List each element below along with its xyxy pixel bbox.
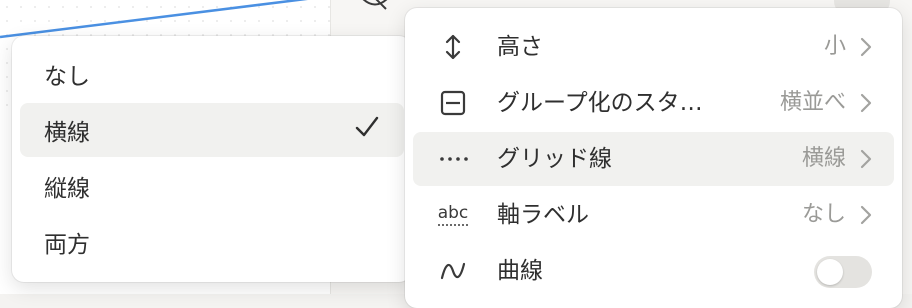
menu-row-gridlines[interactable]: グリッド線 横線: [413, 132, 894, 186]
menu-row-label: 高さ: [497, 34, 543, 60]
menu-row-value: なし: [801, 202, 846, 227]
smooth-curve-toggle[interactable]: [814, 256, 872, 288]
chevron-right-icon: [860, 37, 872, 61]
option-vertical[interactable]: 縦線: [20, 159, 404, 213]
curve-icon: [435, 256, 471, 286]
option-label: 縦線: [44, 176, 90, 202]
eye-off-icon: [360, 0, 390, 17]
chart-series-line: [0, 0, 308, 39]
checkmark-icon: [354, 114, 380, 146]
menu-row-label: 軸ラベル: [497, 202, 589, 228]
menu-row-axis-labels[interactable]: abc 軸ラベル なし: [413, 188, 894, 242]
abc-icon-text: abc: [437, 204, 469, 226]
menu-row-label: 曲線: [497, 258, 543, 284]
toggle-knob: [817, 259, 843, 285]
dotted-line-icon: [435, 144, 471, 174]
menu-row-smooth-curve[interactable]: 曲線: [413, 244, 894, 298]
menu-row-label: グリッド線: [497, 146, 612, 172]
option-both[interactable]: 両方: [20, 215, 404, 269]
chevron-right-icon: [860, 205, 872, 229]
option-label: なし: [44, 64, 90, 90]
option-label: 横線: [44, 120, 90, 146]
abc-icon: abc: [435, 200, 471, 230]
menu-row-value: 横並べ: [779, 90, 846, 115]
option-horizontal[interactable]: 横線: [20, 103, 404, 157]
menu-row-group-style[interactable]: グループ化のスタ… 横並べ: [413, 76, 894, 130]
hidden-setting-row: [360, 0, 390, 16]
chevron-right-icon: [860, 93, 872, 117]
chevron-right-icon: [860, 149, 872, 173]
menu-row-label: グループ化のスタ…: [497, 90, 703, 116]
menu-row-height[interactable]: 高さ 小: [413, 20, 894, 74]
height-arrows-icon: [435, 32, 471, 62]
option-label: 両方: [44, 232, 90, 258]
option-none[interactable]: なし: [20, 47, 404, 101]
group-icon: [435, 88, 471, 118]
gridline-options-dropdown: なし 横線 縦線 両方: [12, 36, 411, 282]
chart-settings-menu: 高さ 小 グループ化のスタ… 横並べ グリッド線 横線 abc 軸ラベル なし: [405, 8, 902, 308]
menu-row-value: 横線: [801, 146, 846, 171]
menu-row-value: 小: [823, 34, 846, 59]
